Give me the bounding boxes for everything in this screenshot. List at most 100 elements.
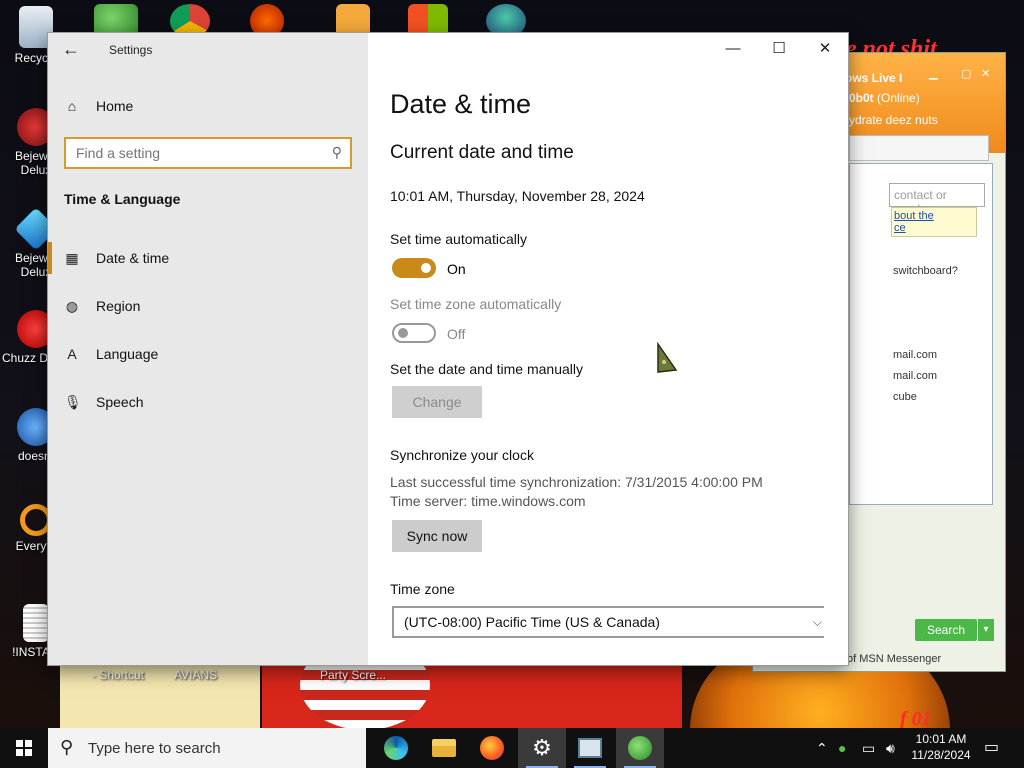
volume-icon[interactable]: 🔊︎ [886, 728, 895, 768]
current-date-time: 10:01 AM, Thursday, November 28, 2024 [390, 188, 645, 204]
gear-icon: ⚙ [532, 735, 552, 760]
nav-home-label: Home [96, 98, 134, 114]
chevron-down-icon[interactable]: ▾ [978, 619, 994, 641]
msn-tray-icon[interactable]: ● [838, 728, 846, 768]
msn-personal-message[interactable]: ydrate deez nuts [849, 113, 938, 127]
folder-icon [432, 739, 456, 757]
timezone-value: (UTC-08:00) Pacific Time (US & Canada) [404, 614, 660, 630]
section-title: Time & Language [64, 191, 181, 207]
msn-people-icon [628, 736, 652, 760]
globe-icon: ◍ [65, 298, 79, 314]
desktop-icon-label[interactable]: Party Scre... [320, 668, 386, 682]
home-icon: ⌂ [67, 98, 77, 114]
taskbar-search-box[interactable]: ⚲ Type here to search [48, 728, 366, 768]
manual-label: Set the date and time manually [390, 361, 584, 377]
msn-title: ows Live I [845, 71, 903, 85]
clock-date: 11/28/2024 [911, 748, 971, 762]
msn-link[interactable]: bout the ce [891, 207, 977, 237]
nav-item-label: Language [96, 346, 159, 362]
settings-sidebar: ← Settings ⌂ Home ⚲ Time & Language ▦ Da… [48, 33, 368, 665]
chevron-down-icon: ⌵ [812, 615, 822, 629]
set-time-auto-label: Set time automatically [390, 231, 527, 247]
taskbar-clock[interactable]: 10:01 AM 11/28/2024 [908, 731, 974, 763]
search-icon[interactable]: ⚲ [332, 144, 342, 161]
notification-icon[interactable]: ▭ [984, 728, 999, 768]
windows-logo-icon [16, 740, 32, 756]
taskbar-firefox[interactable] [468, 728, 516, 768]
list-item[interactable]: switchboard? [893, 265, 958, 277]
page-title: Date & time [390, 89, 532, 119]
msn-footer: of MSN Messenger [847, 653, 942, 665]
list-item[interactable]: cube [893, 391, 917, 403]
msn-subpanel [849, 135, 989, 161]
toggle-knob [398, 328, 408, 338]
msn-link-line: bout the [894, 210, 934, 222]
close-button[interactable]: ✕ [802, 33, 848, 65]
nav-item-date-time[interactable]: ▦ Date & time [48, 238, 368, 278]
set-time-auto-state: On [447, 261, 466, 277]
maximize-button[interactable]: ☐ [756, 33, 802, 65]
installer-icon [23, 604, 49, 642]
search-icon: ⚲ [60, 737, 74, 757]
timezone-select[interactable]: (UTC-08:00) Pacific Time (US & Canada) ⌵ [392, 606, 824, 638]
msn-username: 0b0t [849, 91, 874, 105]
chevron-up-icon[interactable]: ⌃ [816, 728, 828, 768]
sync-now-button[interactable]: Sync now [392, 520, 482, 552]
settings-search-input[interactable] [76, 143, 316, 163]
wallpaper-panel [60, 660, 260, 728]
close-icon[interactable]: ✕ [981, 67, 990, 80]
calendar-clock-icon: ▦ [65, 250, 79, 266]
change-button[interactable]: Change [392, 386, 482, 418]
set-time-auto-toggle[interactable] [392, 258, 436, 278]
msn-search-button[interactable]: Search [915, 619, 977, 641]
msn-link-line: ce [894, 222, 906, 234]
nav-item-label: Speech [96, 394, 144, 410]
language-icon: A [67, 346, 77, 362]
window-title: Settings [109, 43, 153, 57]
msn-user[interactable]: 0b0t (Online) [849, 91, 920, 105]
taskbar-msn[interactable] [616, 728, 664, 768]
taskbar-search-placeholder: Type here to search [88, 740, 221, 757]
minimize-icon[interactable]: ▁ [929, 67, 937, 80]
nav-home[interactable]: ⌂ Home [64, 95, 134, 117]
sync-heading: Synchronize your clock [390, 447, 534, 463]
timezone-label: Time zone [390, 581, 455, 597]
nav-item-label: Date & time [96, 250, 170, 266]
nav-item-label: Region [96, 298, 141, 314]
section-heading-current: Current date and time [390, 142, 574, 163]
clock-time: 10:01 AM [915, 732, 967, 746]
set-tz-auto-state: Off [447, 326, 466, 342]
nav-item-language[interactable]: A Language [48, 334, 368, 374]
minimize-button[interactable]: — [710, 33, 756, 65]
list-item[interactable]: mail.com [893, 370, 937, 382]
maximize-icon[interactable]: ▢ [961, 67, 971, 80]
list-item[interactable]: mail.com [893, 349, 937, 361]
microphone-icon: 🎙︎ [64, 394, 82, 410]
window-app-icon [578, 738, 602, 758]
desktop-icon-label[interactable]: AVIANS [174, 668, 217, 682]
toggle-knob [421, 263, 431, 273]
nav-item-speech[interactable]: 🎙︎ Speech [48, 382, 368, 422]
taskbar-edge[interactable] [372, 728, 420, 768]
back-arrow-icon[interactable]: ← [62, 39, 82, 59]
sync-last: Last successful time synchronization: 7/… [390, 474, 763, 490]
msn-status: (Online) [877, 91, 920, 105]
nav-item-region[interactable]: ◍ Region [48, 286, 368, 326]
taskbar-settings[interactable]: ⚙ [518, 728, 566, 768]
firefox-icon [480, 736, 504, 760]
settings-window: ← Settings ⌂ Home ⚲ Time & Language ▦ Da… [48, 33, 848, 665]
desktop-icon-label[interactable]: - Shortcut [92, 668, 144, 682]
set-tz-auto-label: Set time zone automatically [390, 296, 562, 312]
network-icon[interactable]: ▭ [862, 728, 875, 768]
taskbar-app[interactable] [566, 728, 614, 768]
mouse-cursor-icon [657, 342, 678, 373]
wallpaper-text: f 01 [900, 708, 932, 728]
edge-icon [384, 736, 408, 760]
taskbar-file-explorer[interactable] [420, 728, 468, 768]
taskbar: ⚲ Type here to search ⚙ ⌃ ● ▭ 🔊︎ 10:01 A… [0, 728, 1024, 768]
set-tz-auto-toggle[interactable] [392, 323, 436, 343]
msn-search-input[interactable]: contact or numbe [889, 183, 985, 216]
settings-search-box[interactable]: ⚲ [64, 137, 352, 169]
sync-server: Time server: time.windows.com [390, 493, 586, 509]
windows-start-icon[interactable] [0, 728, 48, 768]
